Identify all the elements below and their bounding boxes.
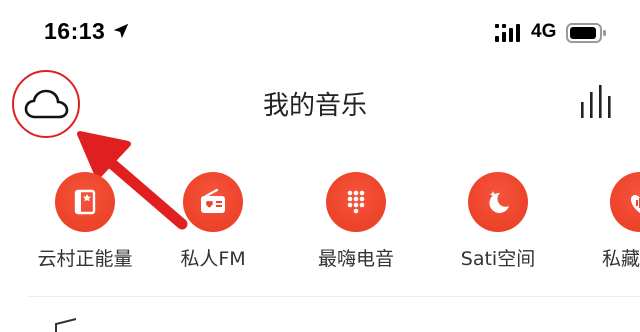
battery-icon [566, 23, 606, 43]
shortcut-label: 最嗨电音 [317, 248, 394, 270]
card-star-icon [74, 189, 96, 215]
shortcut-icon-bg [55, 172, 115, 232]
shortcut-sati-space[interactable]: Sati空间 [438, 172, 558, 272]
shortcut-label: 私藏 [602, 248, 640, 270]
location-arrow-icon [113, 23, 129, 39]
shortcut-private-fm[interactable]: 私人FM [153, 172, 273, 272]
shortcut-label: Sati空间 [460, 248, 536, 270]
page-title: 我的音乐 [263, 91, 368, 121]
shortcut-private-collection[interactable]: 私藏 [580, 172, 640, 272]
heart-wave-icon [631, 195, 640, 213]
cloud-icon [24, 89, 69, 119]
partial-icon [55, 318, 77, 332]
shortcut-edm[interactable]: 最嗨电音 [296, 172, 416, 272]
section-divider [28, 296, 640, 297]
status-bar: 16:13 4G [0, 0, 640, 62]
status-time: 16:13 [44, 18, 106, 44]
shortcut-icon-bg [468, 172, 528, 232]
equalizer-icon[interactable] [578, 82, 618, 122]
shortcut-icon-bg [326, 172, 386, 232]
signal-icon [495, 24, 520, 42]
keypad-dots-icon [347, 190, 365, 214]
shortcut-icon-bg [183, 172, 243, 232]
radio-heart-icon [201, 188, 225, 213]
shortcut-label: 私人FM [180, 248, 246, 270]
shortcut-label: 云村正能量 [37, 248, 133, 270]
shortcut-icon-bg [610, 172, 640, 232]
moon-star-icon [489, 191, 509, 213]
network-type: 4G [531, 21, 557, 42]
shortcut-yuncun[interactable]: 云村正能量 [25, 172, 145, 272]
